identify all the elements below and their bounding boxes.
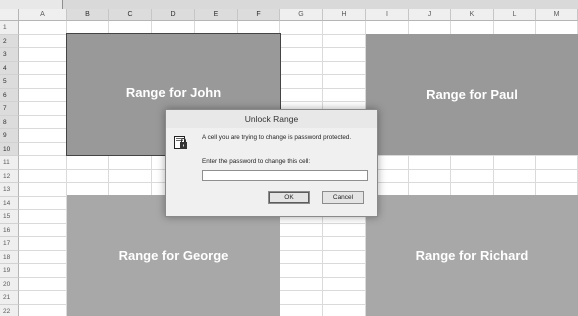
row-header-10[interactable]: 10 <box>0 142 19 156</box>
column-header-f[interactable]: F <box>238 9 280 21</box>
spreadsheet-grid[interactable]: ABCDEFGHIJKLM 1 2 3 4 5 6 7 8 9 10 11 12 13 14 15 16 17 1… <box>0 0 578 316</box>
password-input[interactable] <box>202 170 368 181</box>
cancel-button[interactable]: Cancel <box>322 191 364 204</box>
column-header-h[interactable]: H <box>323 9 366 21</box>
column-header-d[interactable]: D <box>152 9 195 21</box>
range-paul[interactable]: Range for Paul <box>366 34 578 155</box>
row-header-22[interactable]: 22 <box>0 304 19 316</box>
row-header-11[interactable]: 11 <box>0 156 19 170</box>
row-header-8[interactable]: 8 <box>0 115 19 129</box>
column-header-e[interactable]: E <box>195 9 238 21</box>
name-box[interactable] <box>0 0 63 9</box>
column-header-b[interactable]: B <box>67 9 109 21</box>
row-header-16[interactable]: 16 <box>0 223 19 237</box>
column-header-i[interactable]: I <box>366 9 409 21</box>
row-header-18[interactable]: 18 <box>0 250 19 264</box>
dialog-title: Unlock Range <box>166 110 377 128</box>
unlock-range-dialog: Unlock Range A cell you are trying to ch… <box>165 109 378 217</box>
row-header-21[interactable]: 21 <box>0 291 19 305</box>
row-header-2[interactable]: 2 <box>0 34 19 48</box>
row-header-7[interactable]: 7 <box>0 102 19 116</box>
row-header-14[interactable]: 14 <box>0 196 19 210</box>
column-header-l[interactable]: L <box>494 9 536 21</box>
row-header-20[interactable]: 20 <box>0 277 19 291</box>
range-richard[interactable]: Range for Richard <box>366 195 578 316</box>
row-header-13[interactable]: 13 <box>0 183 19 197</box>
dialog-message: A cell you are trying to change is passw… <box>202 134 352 141</box>
row-header-6[interactable]: 6 <box>0 88 19 102</box>
lock-document-icon <box>174 136 188 150</box>
column-header-j[interactable]: J <box>409 9 451 21</box>
row-header-5[interactable]: 5 <box>0 75 19 89</box>
range-richard-label: Range for Richard <box>415 248 529 263</box>
row-header-1[interactable]: 1 <box>0 21 19 35</box>
range-paul-label: Range for Paul <box>426 87 518 102</box>
column-header-a[interactable]: A <box>19 9 67 21</box>
range-john-label: Range for John <box>125 85 222 100</box>
range-george-label: Range for George <box>118 248 229 263</box>
row-header-15[interactable]: 15 <box>0 210 19 224</box>
password-prompt-label: Enter the password to change this cell: <box>202 158 311 165</box>
row-header-19[interactable]: 19 <box>0 264 19 278</box>
column-header-g[interactable]: G <box>280 9 323 21</box>
select-all-corner[interactable] <box>0 9 19 21</box>
column-header-m[interactable]: M <box>536 9 578 21</box>
row-header-4[interactable]: 4 <box>0 61 19 75</box>
row-header-3[interactable]: 3 <box>0 48 19 62</box>
column-header-k[interactable]: K <box>451 9 494 21</box>
row-header-12[interactable]: 12 <box>0 169 19 183</box>
ok-button[interactable]: OK <box>268 191 310 204</box>
column-header-c[interactable]: C <box>109 9 152 21</box>
row-header-9[interactable]: 9 <box>0 129 19 143</box>
row-header-17[interactable]: 17 <box>0 237 19 251</box>
